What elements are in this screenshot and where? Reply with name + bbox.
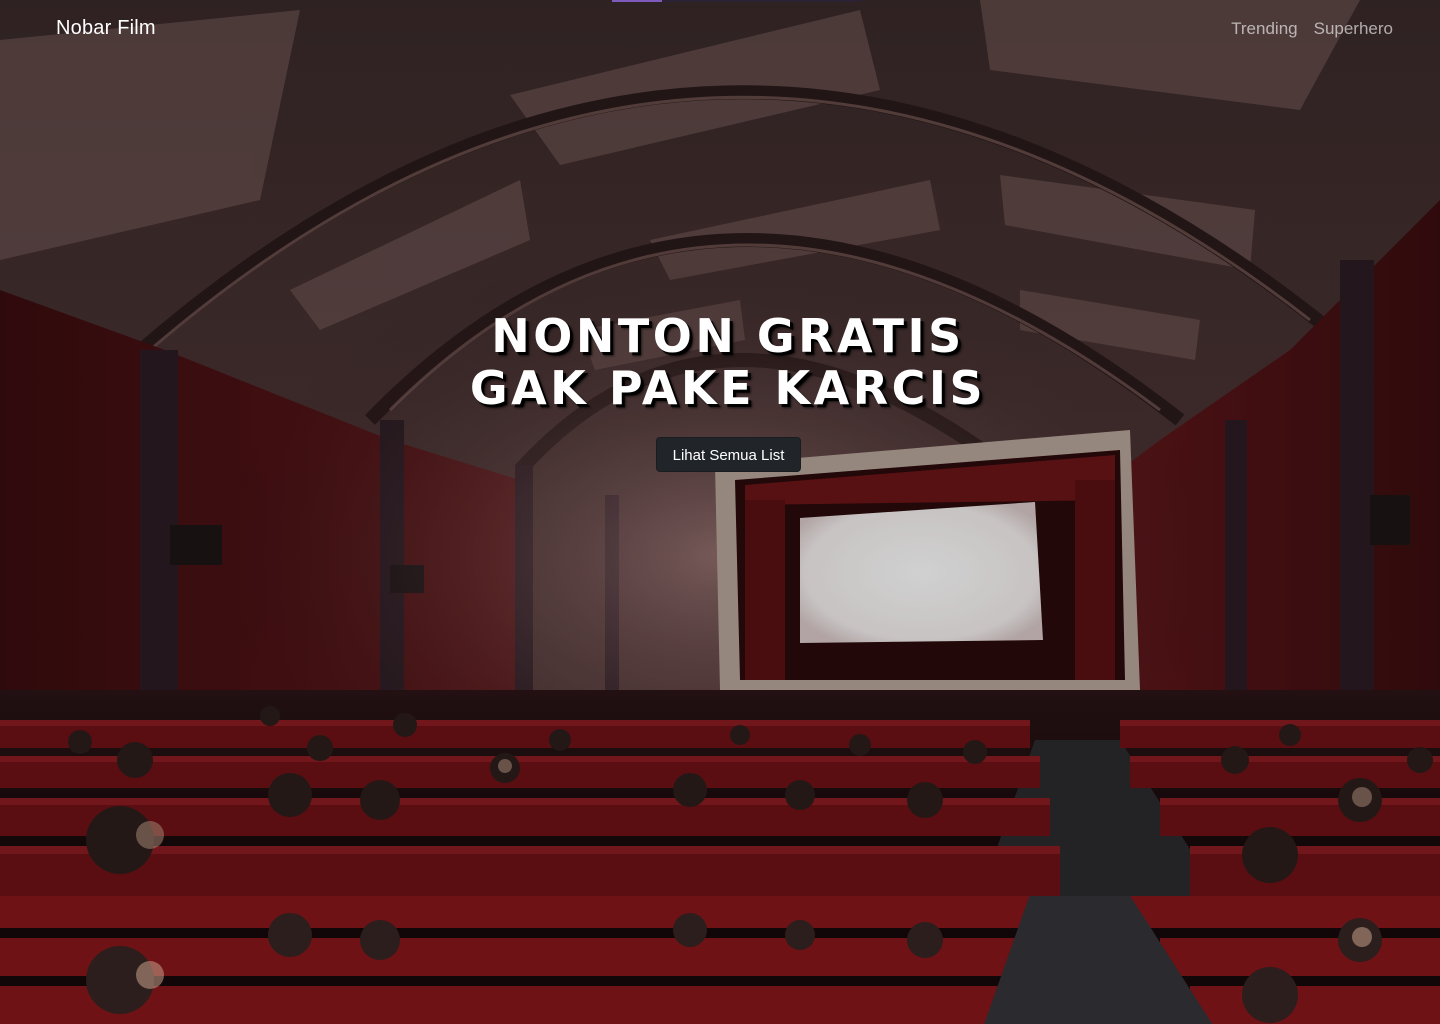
hero-headline-line2: GAK PAKE KARCIS	[469, 361, 987, 415]
nav-links: Trending Superhero	[1231, 19, 1393, 39]
nav-link-superhero[interactable]: Superhero	[1314, 19, 1393, 39]
page: Nobar Film Trending Superhero NONTON GRA…	[0, 0, 1440, 1024]
hero-headline: NONTON GRATIS GAK PAKE KARCIS	[0, 310, 1440, 414]
hero-background-repeat	[0, 896, 1440, 1024]
brand-link[interactable]: Nobar Film	[56, 17, 156, 40]
cinema-scene-repeat	[0, 896, 1440, 1024]
hero-headline-line1: NONTON GRATIS	[491, 309, 965, 363]
view-all-list-button[interactable]: Lihat Semua List	[656, 437, 801, 472]
navbar: Nobar Film Trending Superhero	[0, 0, 1440, 60]
nav-link-trending[interactable]: Trending	[1231, 19, 1297, 39]
